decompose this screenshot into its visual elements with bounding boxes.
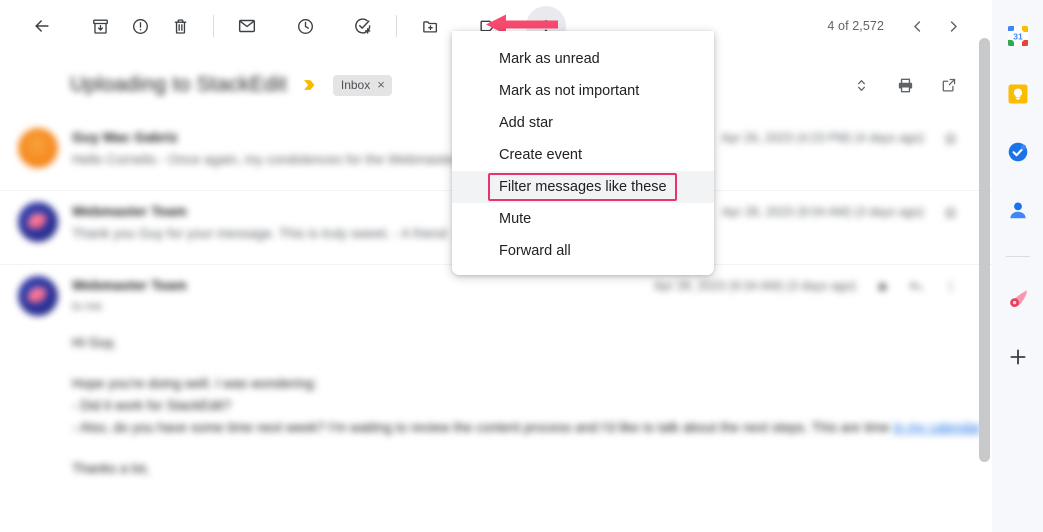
older-message-button[interactable]	[936, 9, 970, 43]
comet-glyph	[1009, 290, 1027, 307]
more-options-icon[interactable]	[942, 278, 958, 294]
chevron-right-icon	[950, 20, 957, 32]
important-chevron-icon[interactable]	[301, 76, 319, 94]
menu-item-add-star[interactable]: Add star	[452, 107, 714, 139]
side-panel-rail: 31	[992, 0, 1043, 532]
plus-glyph	[1009, 349, 1026, 365]
subject-actions	[846, 60, 964, 110]
menu-item-create-event[interactable]: Create event	[452, 139, 714, 171]
keep-bulb-glyph	[1008, 84, 1027, 104]
rail-divider	[1005, 256, 1030, 257]
arrow-left-icon	[35, 20, 49, 32]
message-body: Hi Guy, Hope you're doing well. I was wo…	[0, 304, 992, 480]
menu-item-mark-as-unread[interactable]: Mark as unread	[452, 43, 714, 75]
reply-icon[interactable]	[908, 278, 924, 294]
message-date: Apr 28, 2023 (9:34 AM) (3 days ago)	[653, 279, 856, 293]
report-spam-button[interactable]	[120, 6, 160, 46]
add-addon-icon[interactable]	[1000, 339, 1036, 375]
open-external-icon	[942, 78, 956, 92]
open-in-new-window-button[interactable]	[934, 70, 964, 100]
star-icon[interactable]	[942, 204, 958, 220]
archive-button[interactable]	[80, 6, 120, 46]
star-icon[interactable]	[874, 278, 890, 294]
message-meta: Apr 26, 2023 (4:23 PM) (4 days ago)	[721, 130, 958, 146]
body-line-3: - Also, do you have some time next week?…	[72, 420, 982, 435]
menu-item-forward-all[interactable]: Forward all	[452, 235, 714, 267]
toolbar-divider	[213, 15, 214, 37]
trash-icon	[174, 18, 186, 34]
message-date: Apr 26, 2023 (4:23 PM) (4 days ago)	[721, 131, 924, 145]
gmail-message-view: 4 of 2,572 Uploading to StackEdit Inbox …	[0, 0, 1043, 532]
body-greeting: Hi Guy,	[72, 335, 117, 350]
label-chip-text: Inbox	[340, 77, 371, 92]
body-line-2: - Did it work for StackEdit?	[72, 398, 232, 413]
message-meta: Apr 28, 2023 (9:04 AM) (3 days ago)	[722, 204, 958, 220]
label-chip-remove-icon[interactable]: ×	[377, 78, 385, 91]
message-snippet: Hello Cornelis - Once again, my condolen…	[72, 152, 471, 167]
message-row-expanded-3[interactable]: Webmaster Team to me Apr 28, 2023 (9:34 …	[0, 264, 992, 480]
vertical-scrollbar[interactable]	[979, 38, 990, 462]
avatar	[18, 276, 58, 316]
chevron-left-icon	[913, 20, 920, 32]
body-link[interactable]: in my calendar	[893, 420, 981, 435]
expand-all-button[interactable]	[846, 70, 876, 100]
star-icon[interactable]	[942, 130, 958, 146]
message-sender: Webmaster Team	[72, 277, 187, 293]
message-recipient[interactable]: to me	[72, 299, 102, 313]
back-button[interactable]	[22, 6, 62, 46]
tasks-check-glyph	[1008, 142, 1027, 162]
message-date: Apr 28, 2023 (9:04 AM) (3 days ago)	[721, 205, 924, 219]
google-tasks-icon[interactable]	[1000, 134, 1036, 170]
delete-button[interactable]	[160, 6, 200, 46]
comet-addon-icon[interactable]	[1000, 281, 1036, 317]
expand-collapse-icon	[857, 79, 865, 91]
menu-item-mute[interactable]: Mute	[452, 203, 714, 235]
google-keep-icon[interactable]	[1000, 76, 1036, 112]
task-add-icon	[355, 18, 371, 34]
more-options-dropdown-menu: Mark as unread Mark as not important Add…	[452, 31, 714, 275]
menu-item-mark-as-not-important[interactable]: Mark as not important	[452, 75, 714, 107]
avatar	[18, 128, 58, 168]
snooze-button[interactable]	[285, 6, 325, 46]
envelope-icon	[238, 19, 256, 33]
label-chip-inbox[interactable]: Inbox ×	[332, 74, 392, 96]
mark-unread-button[interactable]	[227, 6, 267, 46]
newer-message-button[interactable]	[900, 9, 934, 43]
google-calendar-icon[interactable]: 31	[1000, 18, 1036, 54]
body-line-1: Hope you're doing well. I was wondering:	[72, 376, 317, 391]
report-spam-icon	[132, 18, 148, 34]
archive-icon	[92, 18, 108, 34]
toolbar-divider-2	[396, 15, 397, 37]
print-button[interactable]	[890, 70, 920, 100]
clock-icon	[297, 18, 313, 34]
message-sender: Webmaster Team	[72, 203, 187, 219]
add-to-tasks-button[interactable]	[343, 6, 383, 46]
menu-item-label: Filter messages like these	[499, 179, 667, 195]
menu-item-filter-messages-like-these[interactable]: Filter messages like these	[452, 171, 714, 203]
svg-text:31: 31	[1013, 31, 1023, 41]
calendar-glyph: 31	[1007, 26, 1028, 46]
folder-move-icon	[422, 20, 437, 33]
printer-icon	[898, 78, 912, 92]
pager-count: 4 of 2,572	[827, 19, 884, 33]
body-signoff: Thanks a lot,	[72, 461, 150, 476]
message-sender: Guy Mac Gabriz	[72, 129, 178, 145]
message-snippet: Thank you Guy for your message. This is …	[72, 226, 447, 241]
move-to-button[interactable]	[410, 6, 450, 46]
contacts-person-glyph	[1009, 202, 1026, 219]
page-title: Uploading to StackEdit	[70, 73, 287, 96]
google-contacts-icon[interactable]	[1000, 192, 1036, 228]
mail-reading-pane: 4 of 2,572 Uploading to StackEdit Inbox …	[0, 0, 992, 532]
message-meta: Apr 28, 2023 (9:34 AM) (3 days ago)	[654, 278, 958, 294]
pager: 4 of 2,572	[827, 0, 970, 52]
avatar	[18, 202, 58, 242]
